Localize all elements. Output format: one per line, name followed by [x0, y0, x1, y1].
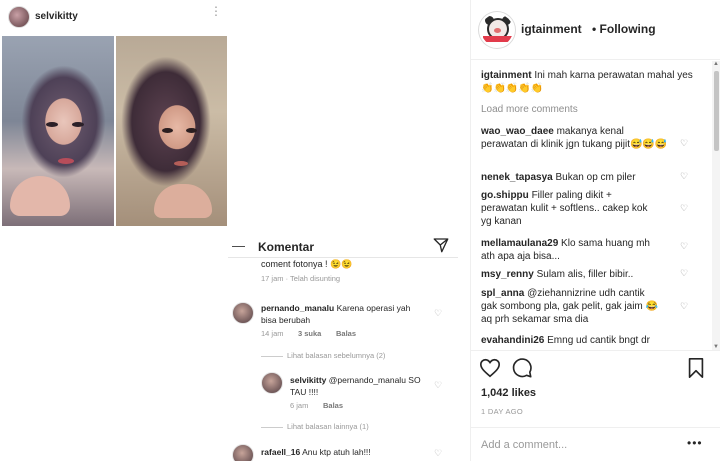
- add-comment-bar: •••: [471, 427, 720, 462]
- embedded-more-icon: ⋮: [210, 4, 222, 18]
- heart-icon: ♡: [434, 448, 443, 458]
- comment-item: msy_renny Sulam alis, filler bibir..: [481, 268, 671, 281]
- comment-text: Bukan op cm piler: [555, 172, 636, 183]
- comment-item: mellamaulana29 Klo sama huang mh ath apa…: [481, 237, 651, 263]
- post-actions: 1,042 likes 1 DAY AGO •••: [471, 350, 720, 461]
- embedded-avatar-c2: [261, 372, 283, 394]
- post-image: selvikitty ⋮ — Komentar coment fotonya !…: [0, 0, 470, 461]
- comment-username[interactable]: nenek_tapasya: [481, 172, 553, 183]
- comment-bubble-icon[interactable]: [511, 357, 533, 379]
- embedded-c1-likes: 3 suka: [298, 329, 322, 338]
- scrollbar-thumb[interactable]: [714, 71, 719, 151]
- back-arrow-icon: —: [232, 238, 245, 253]
- load-more-comments-link[interactable]: Load more comments: [481, 104, 578, 115]
- comment-text: Sulam alis, filler bibir..: [536, 269, 634, 280]
- post-sidebar: igtainment • Following igtainment Ini ma…: [470, 0, 720, 461]
- comment-username[interactable]: spl_anna: [481, 288, 524, 299]
- comment-item: evahandini26 Emng ud cantik bngt dr: [481, 334, 671, 347]
- embedded-comments-header: — Komentar: [228, 232, 458, 258]
- heart-icon[interactable]: ♡: [680, 171, 688, 182]
- comments-list: igtainment Ini mah karna perawatan mahal…: [471, 61, 720, 350]
- selfie-photo-right: [116, 36, 227, 226]
- send-icon: [433, 238, 449, 253]
- comment-item: nenek_tapasya Bukan op cm piler: [481, 171, 671, 184]
- comment-username[interactable]: wao_wao_daee: [481, 126, 554, 137]
- embedded-post-header: selvikitty ⋮: [0, 0, 232, 34]
- embedded-comment-1: pernando_manalu Karena operasi yah bisa …: [261, 303, 411, 325]
- embedded-comment-2: selvikitty @pernando_manalu SO TAU !!!!: [290, 375, 421, 397]
- embedded-comment-3: rafaell_16 Anu ktp atuh lah!!!: [261, 447, 371, 457]
- add-comment-input[interactable]: [481, 437, 671, 453]
- embedded-avatar-c1: [232, 302, 254, 324]
- bookmark-icon[interactable]: [685, 357, 707, 379]
- caption-username[interactable]: igtainment: [481, 70, 532, 81]
- heart-icon: ♡: [434, 308, 443, 318]
- embedded-cut-comment: coment fotonya ! 😉😉: [261, 259, 353, 269]
- selfie-photo-left: [2, 36, 114, 226]
- comments-scrollbar[interactable]: ▲ ▼: [712, 61, 720, 350]
- post-timestamp: 1 DAY AGO: [481, 407, 524, 416]
- heart-icon[interactable]: ♡: [680, 241, 688, 252]
- embedded-username: selvikitty: [35, 11, 78, 22]
- embedded-cut-meta: 17 jam · Telah disunting: [261, 274, 341, 283]
- comment-username[interactable]: mellamaulana29: [481, 238, 558, 249]
- embedded-avatar-c3: [232, 444, 254, 461]
- account-avatar[interactable]: [479, 12, 515, 48]
- embedded-c1-time: 14 jam: [261, 329, 284, 338]
- account-username[interactable]: igtainment: [521, 22, 582, 36]
- caption: igtainment Ini mah karna perawatan mahal…: [481, 69, 693, 95]
- more-options-icon[interactable]: •••: [687, 436, 703, 450]
- embedded-c2-time: 6 jam: [290, 401, 309, 410]
- comment-text: Emng ud cantik bngt dr: [547, 335, 650, 346]
- embedded-prev-replies: Lihat balasan sebelumnya (2): [261, 351, 385, 360]
- comment-item: wao_wao_daee makanya kenal perawatan di …: [481, 125, 671, 151]
- heart-icon[interactable]: ♡: [680, 268, 688, 279]
- heart-icon[interactable]: ♡: [680, 203, 688, 214]
- embedded-c2-reply: Balas: [323, 401, 344, 410]
- comment-username[interactable]: go.shippu: [481, 190, 529, 201]
- heart-icon[interactable]: ♡: [680, 301, 688, 312]
- embedded-other-replies: Lihat balasan lainnya (1): [261, 422, 369, 431]
- post-header: igtainment • Following: [471, 0, 720, 60]
- likes-count[interactable]: 1,042 likes: [481, 387, 536, 399]
- embedded-comments-title: Komentar: [258, 240, 315, 254]
- like-heart-icon[interactable]: [479, 357, 501, 379]
- comment-username[interactable]: msy_renny: [481, 269, 534, 280]
- embedded-comments-screenshot: — Komentar coment fotonya ! 😉😉 17 jam · …: [228, 232, 458, 461]
- heart-icon: ♡: [434, 380, 443, 390]
- comment-username[interactable]: evahandini26: [481, 335, 544, 346]
- comment-item: go.shippu Filler paling dikit + perawata…: [481, 189, 651, 228]
- scroll-up-icon[interactable]: ▲: [713, 61, 719, 67]
- comment-item: spl_anna @ziehannizrine udh cantik gak s…: [481, 287, 661, 326]
- following-status[interactable]: • Following: [592, 22, 656, 36]
- embedded-c1-reply: Balas: [336, 329, 357, 338]
- embedded-avatar: [8, 6, 30, 28]
- heart-icon[interactable]: ♡: [680, 138, 688, 149]
